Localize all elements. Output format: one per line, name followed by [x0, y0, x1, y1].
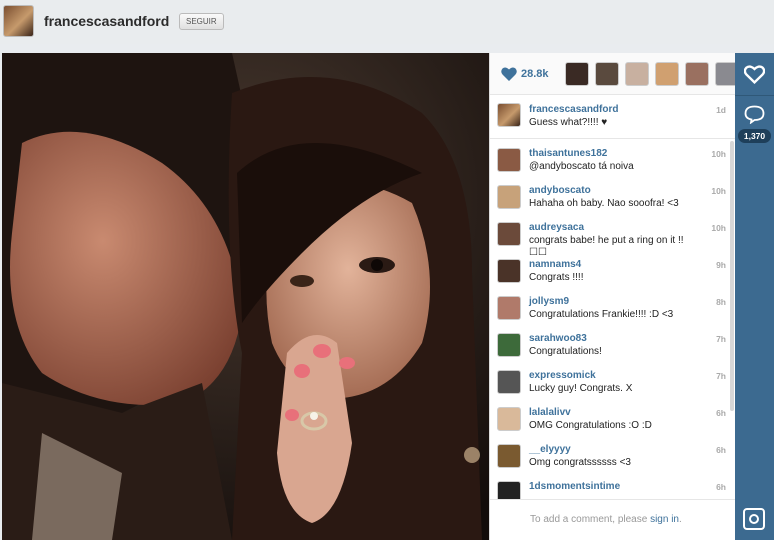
- comment-text: Hahaha oh baby. Nao sooofra! <3: [529, 198, 679, 209]
- comment-time: 8h: [716, 297, 726, 307]
- comment-row: expressomick Lucky guy! Congrats. X 7h: [490, 367, 736, 403]
- follow-button[interactable]: SEGUIR: [179, 13, 224, 30]
- comment-list[interactable]: thaisantunes182 @andyboscato tá noiva 10h a…: [490, 139, 736, 499]
- comment-time: 6h: [716, 408, 726, 418]
- avatar[interactable]: [497, 259, 521, 283]
- caption-time: 1d: [716, 105, 726, 115]
- comment-time: 9h: [716, 260, 726, 270]
- comment-username[interactable]: __elyyyy: [529, 444, 571, 455]
- comment-text: @andyboscato tá noiva: [529, 161, 634, 172]
- avatar[interactable]: [497, 444, 521, 468]
- comment-time: 7h: [716, 371, 726, 381]
- post-caption: francescasandford Guess what?!!!! ♥ 1d: [490, 95, 736, 139]
- liker-avatar[interactable]: [625, 62, 649, 86]
- comment-username[interactable]: thaisantunes182: [529, 148, 607, 159]
- avatar[interactable]: [3, 5, 34, 37]
- avatar[interactable]: [497, 148, 521, 172]
- comment-username[interactable]: lalalalivv: [529, 407, 571, 418]
- comment-text: Congratulations!: [529, 346, 602, 357]
- comment-text: OMG Congratulations :O :D: [529, 420, 652, 431]
- comment-row: andyboscato Hahaha oh baby. Nao sooofra! …: [490, 182, 736, 218]
- comment-row: audreysaca congrats babe! he put a ring o…: [490, 219, 736, 258]
- comment-row: 1dsmomentsintime 6h: [490, 478, 736, 499]
- comment-username[interactable]: jollysm9: [529, 296, 569, 307]
- instagram-camera-icon[interactable]: [743, 508, 765, 530]
- comment-time: 10h: [711, 186, 726, 196]
- comment-text: Omg congratssssss <3: [529, 457, 631, 468]
- heart-icon[interactable]: [744, 65, 765, 84]
- liker-avatar[interactable]: [685, 62, 709, 86]
- comment-time: 10h: [711, 149, 726, 159]
- avatar[interactable]: [497, 296, 521, 320]
- liker-avatar[interactable]: [655, 62, 679, 86]
- comments-scrollbar[interactable]: [730, 141, 734, 411]
- avatar[interactable]: [497, 185, 521, 209]
- comment-time: 7h: [716, 334, 726, 344]
- comment-text: Congratulations Frankie!!!! :D <3: [529, 309, 674, 320]
- photo-image: [2, 53, 489, 540]
- avatar[interactable]: [497, 222, 521, 246]
- sign-in-link[interactable]: sign in: [650, 514, 679, 525]
- add-comment-bar: To add a comment, please sign in.: [490, 499, 736, 540]
- add-comment-prompt: To add a comment, please sign in.: [530, 514, 682, 525]
- likes-count[interactable]: 28.8k: [521, 68, 549, 80]
- comment-username[interactable]: andyboscato: [529, 185, 591, 196]
- comment-username[interactable]: sarahwoo83: [529, 333, 587, 344]
- liker-avatar[interactable]: [565, 62, 589, 86]
- comment-row: __elyyyy Omg congratssssss <3 6h: [490, 441, 736, 477]
- likes-bar: 28.8k: [490, 53, 739, 95]
- avatar[interactable]: [497, 333, 521, 357]
- caption-username[interactable]: francescasandford: [529, 104, 618, 115]
- top-bar: francescasandford SEGUIR: [0, 0, 774, 44]
- comment-text: Congrats !!!!: [529, 272, 584, 283]
- comment-row: lalalalivv OMG Congratulations :O :D 6h: [490, 404, 736, 440]
- avatar[interactable]: [497, 407, 521, 431]
- avatar[interactable]: [497, 103, 521, 127]
- avatar[interactable]: [497, 370, 521, 394]
- avatar[interactable]: [497, 481, 521, 499]
- comments-panel: 28.8k francescasandford Guess what?!!!! …: [489, 53, 739, 540]
- action-rail: 1,370: [735, 53, 774, 540]
- post-photo[interactable]: [2, 53, 489, 540]
- comment-row: namnams4 Congrats !!!! 9h: [490, 256, 736, 292]
- comment-text: Lucky guy! Congrats. X: [529, 383, 633, 394]
- comment-username[interactable]: expressomick: [529, 370, 596, 381]
- comment-username[interactable]: audreysaca: [529, 222, 584, 233]
- comment-time: 6h: [716, 482, 726, 492]
- profile-username[interactable]: francescasandford: [44, 13, 169, 29]
- comment-username[interactable]: namnams4: [529, 259, 581, 270]
- comment-row: thaisantunes182 @andyboscato tá noiva 10h: [490, 145, 736, 181]
- comment-time: 6h: [716, 445, 726, 455]
- comment-count-badge: 1,370: [738, 129, 771, 143]
- comment-time: 10h: [711, 223, 726, 233]
- comment-row: jollysm9 Congratulations Frankie!!!! :D <…: [490, 293, 736, 329]
- comment-bubble-icon[interactable]: [744, 105, 765, 124]
- comment-username[interactable]: 1dsmomentsintime: [529, 481, 620, 492]
- heart-icon[interactable]: [501, 67, 517, 81]
- comment-row: sarahwoo83 Congratulations! 7h: [490, 330, 736, 366]
- rail-divider: [735, 95, 774, 96]
- caption-text: Guess what?!!!! ♥: [529, 117, 608, 128]
- liker-avatar[interactable]: [595, 62, 619, 86]
